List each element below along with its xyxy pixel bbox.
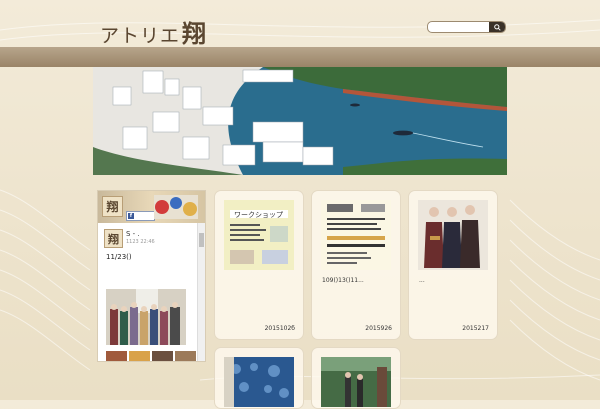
card-caption: 109()13()11... <box>322 277 364 284</box>
post-photo-strip[interactable] <box>106 351 196 361</box>
post-time[interactable]: 1123 22:46 <box>126 239 155 245</box>
widget-header-image <box>154 195 198 219</box>
facebook-widget[interactable]: 翔 f 翔 S - . 1123 22:46 11/23() ♪ <box>97 190 206 362</box>
search-icon <box>493 23 501 31</box>
blog-card[interactable]: 109()13()11... 2015926 <box>311 190 401 340</box>
card-thumbnail: ワークショップ <box>224 200 294 270</box>
blog-card[interactable]: ワークショップ 2015102б <box>214 190 304 340</box>
search-button[interactable] <box>489 22 505 32</box>
site-logo[interactable]: アトリエ翔 <box>100 14 207 49</box>
hero-image <box>93 67 507 175</box>
card-date: 2015102б <box>264 325 295 332</box>
card-date: 2015926 <box>365 325 392 332</box>
widget-scrollbar[interactable] <box>197 223 205 361</box>
facebook-icon: f <box>128 213 134 219</box>
post-author[interactable]: S - . <box>126 230 140 238</box>
card-caption: ... <box>419 277 425 284</box>
post-avatar[interactable]: 翔 <box>104 229 123 248</box>
post-photo[interactable] <box>106 289 186 345</box>
search-input[interactable] <box>428 30 492 32</box>
blog-card[interactable]: ... 2015217 <box>408 190 498 340</box>
card-thumbnail-title: ワークショップ <box>234 211 283 219</box>
facebook-like-button[interactable]: f <box>126 211 155 221</box>
card-date: 2015217 <box>462 325 489 332</box>
card-thumbnail <box>321 200 391 270</box>
logo-kanji: 翔 <box>182 19 208 48</box>
widget-logo: 翔 <box>102 196 123 217</box>
header-band <box>0 47 600 67</box>
search-box <box>427 21 506 33</box>
card-thumbnail <box>418 200 488 270</box>
logo-text: アトリエ <box>100 25 181 47</box>
post-text: 11/23() <box>106 253 132 261</box>
